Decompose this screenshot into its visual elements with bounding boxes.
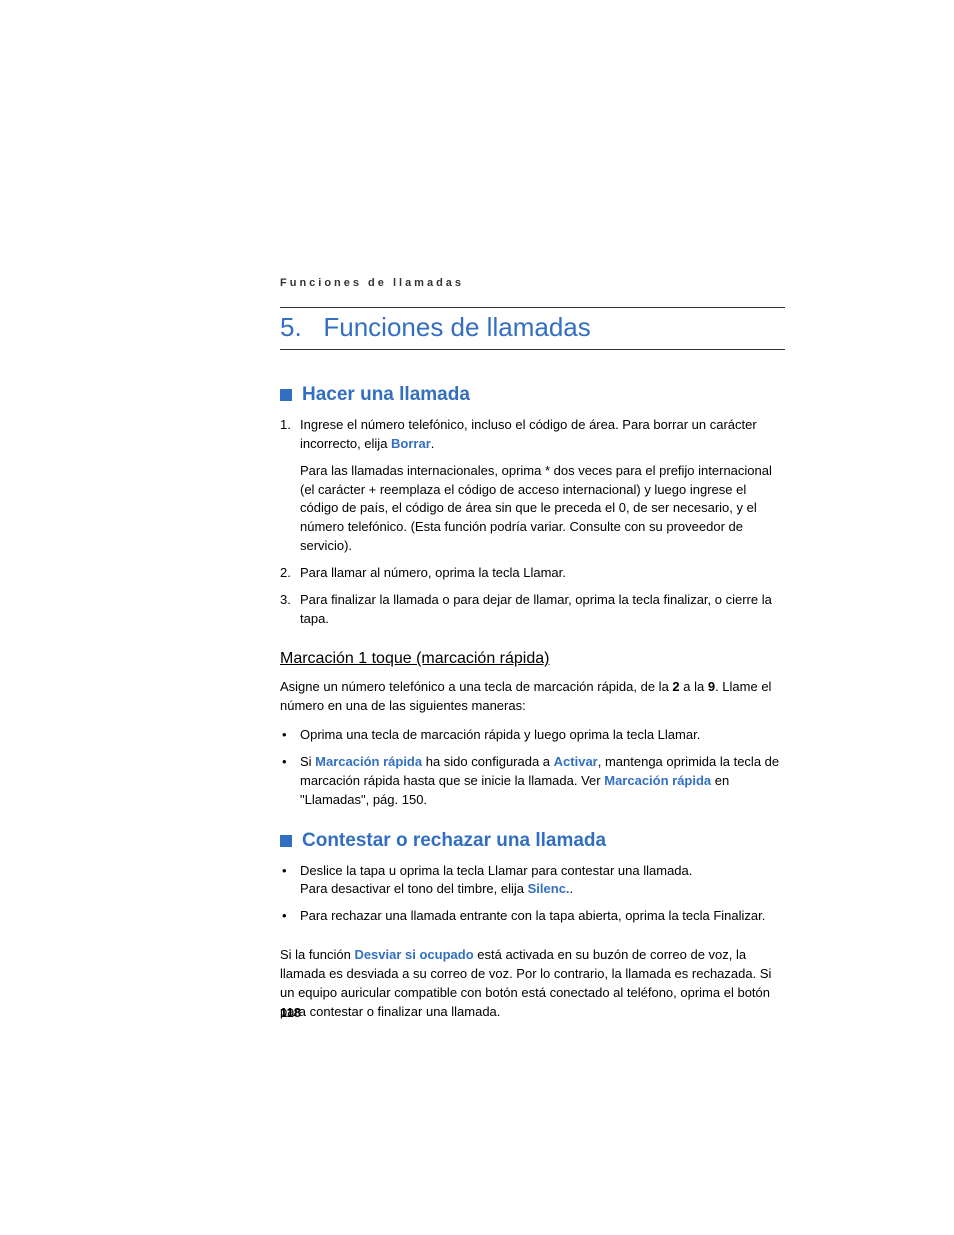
chapter-number: 5. [280,312,302,342]
link-borrar[interactable]: Borrar [391,436,431,451]
chapter-title: 5. Funciones de llamadas [280,307,785,350]
text: Asigne un número telefónico a una tecla … [280,679,672,694]
sub-paragraph: Para las llamadas internacionales, oprim… [300,462,785,556]
text: Deslice la tapa u oprima la tecla Llamar… [300,862,785,881]
list-item: • Deslice la tapa u oprima la tecla Llam… [280,862,785,900]
link-activar[interactable]: Activar [554,754,598,769]
list-item: • Oprima una tecla de marcación rápida y… [280,726,785,745]
section-title-text: Contestar o rechazar una llamada [302,830,606,852]
item-number: 2. [280,564,300,583]
bold-text: 9 [708,679,715,694]
subsection-marcacion-rapida: Marcación 1 toque (marcación rápida) [280,650,785,668]
item-number: 1. [280,416,300,556]
bullet-list: • Oprima una tecla de marcación rápida y… [280,726,785,809]
section-contestar-rechazar: Contestar o rechazar una llamada [280,830,785,852]
item-content: Para finalizar la llamada o para dejar d… [300,591,785,629]
bullet-icon: • [280,862,300,900]
text: Si la función [280,947,354,962]
list-item: • Para rechazar una llamada entrante con… [280,907,785,926]
item-number: 3. [280,591,300,629]
link-desviar-ocupado[interactable]: Desviar si ocupado [354,947,473,962]
square-bullet-icon [280,835,292,847]
item-content: Oprima una tecla de marcación rápida y l… [300,726,785,745]
ordered-list: 1. Ingrese el número telefónico, incluso… [280,416,785,628]
text: Ingrese el número telefónico, incluso el… [300,417,757,451]
text: a la [680,679,708,694]
text: ha sido configurada a [422,754,554,769]
running-header: Funciones de llamadas [280,277,785,289]
bullet-icon: • [280,726,300,745]
text: Para desactivar el tono del timbre, elij… [300,881,528,896]
chapter-name: Funciones de llamadas [323,312,590,342]
text-line: Para desactivar el tono del timbre, elij… [300,880,785,899]
link-marcacion-rapida-ref[interactable]: Marcación rápida [604,773,711,788]
paragraph: Asigne un número telefónico a una tecla … [280,678,785,716]
item-content: Ingrese el número telefónico, incluso el… [300,416,785,556]
paragraph: Si la función Desviar si ocupado está ac… [280,946,785,1021]
list-item: 1. Ingrese el número telefónico, incluso… [280,416,785,556]
item-content: Si Marcación rápida ha sido configurada … [300,753,785,810]
item-content: Deslice la tapa u oprima la tecla Llamar… [300,862,785,900]
section-hacer-llamada: Hacer una llamada [280,384,785,406]
item-content: Para llamar al número, oprima la tecla L… [300,564,785,583]
section-title-text: Hacer una llamada [302,384,470,406]
square-bullet-icon [280,389,292,401]
item-content: Para rechazar una llamada entrante con l… [300,907,785,926]
text: . [431,436,435,451]
text: Si [300,754,315,769]
page-number: 118 [280,1005,301,1020]
text: . [570,881,574,896]
bold-text: 2 [672,679,679,694]
list-item: 2. Para llamar al número, oprima la tecl… [280,564,785,583]
bullet-icon: • [280,753,300,810]
link-silenc[interactable]: Silenc. [528,881,570,896]
list-item: • Si Marcación rápida ha sido configurad… [280,753,785,810]
link-marcacion-rapida[interactable]: Marcación rápida [315,754,422,769]
bullet-icon: • [280,907,300,926]
list-item: 3. Para finalizar la llamada o para deja… [280,591,785,629]
bullet-list: • Deslice la tapa u oprima la tecla Llam… [280,862,785,927]
